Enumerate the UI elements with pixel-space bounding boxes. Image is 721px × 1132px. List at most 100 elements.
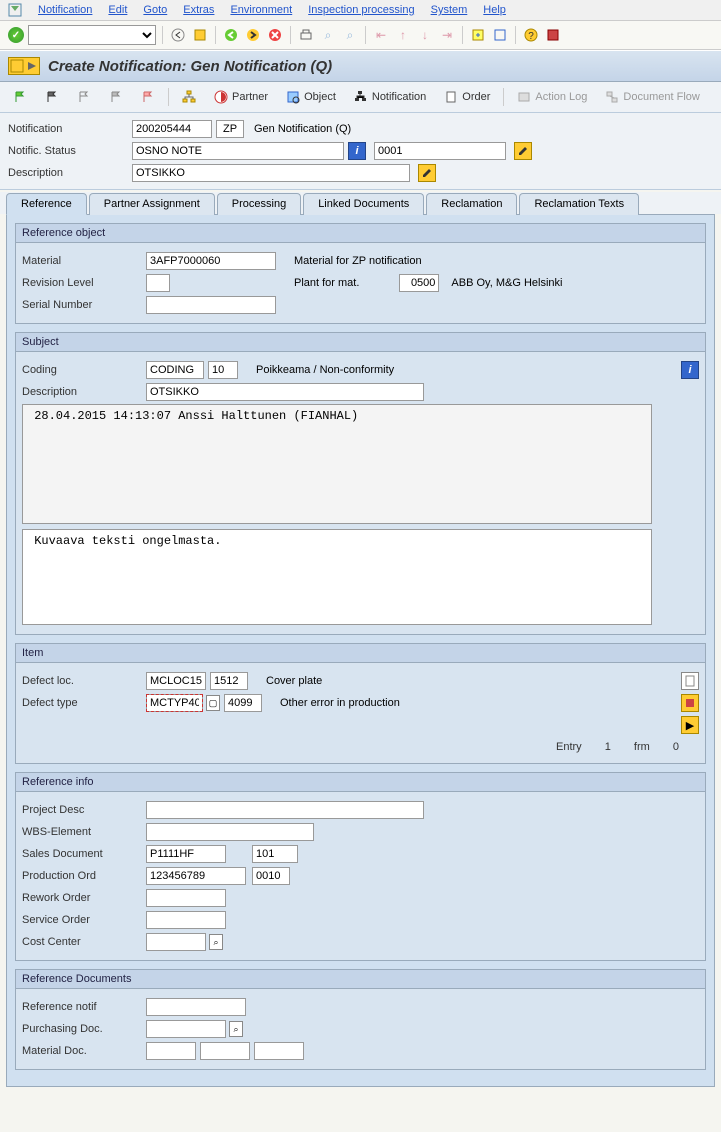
item-detail-icon[interactable] — [681, 694, 699, 712]
next-page-icon[interactable]: ↓ — [416, 26, 434, 44]
menu-extras[interactable]: Extras — [183, 4, 214, 16]
find-icon[interactable]: ⌕ — [319, 26, 337, 44]
material-doc-field-3[interactable] — [254, 1042, 304, 1060]
tab-reference[interactable]: Reference — [6, 193, 87, 215]
enter-icon[interactable]: ✓ — [8, 27, 24, 43]
plant-field[interactable] — [399, 274, 439, 292]
menu-notification[interactable]: Notification — [38, 4, 92, 16]
command-field[interactable] — [28, 25, 156, 45]
print-icon[interactable] — [297, 26, 315, 44]
reference-notif-field[interactable] — [146, 998, 246, 1016]
menu-environment[interactable]: Environment — [230, 4, 292, 16]
window-menu-icon[interactable] — [8, 3, 22, 17]
partner-label: Partner — [232, 91, 268, 103]
status-info-icon[interactable]: i — [348, 142, 366, 160]
group-subject: Subject Coding Poikkeama / Non-conformit… — [15, 332, 706, 635]
flag-outline-icon[interactable] — [70, 86, 98, 108]
revision-level-label: Revision Level — [22, 277, 142, 289]
defect-type-code-field[interactable] — [224, 694, 262, 712]
coding-code-field[interactable] — [208, 361, 238, 379]
tab-linked-documents[interactable]: Linked Documents — [303, 193, 424, 215]
tab-processing[interactable]: Processing — [217, 193, 301, 215]
coding-group-field[interactable] — [146, 361, 204, 379]
flag-dark-icon[interactable] — [38, 86, 66, 108]
menu-goto[interactable]: Goto — [143, 4, 167, 16]
flag-grey-icon[interactable] — [102, 86, 130, 108]
material-doc-field-2[interactable] — [200, 1042, 250, 1060]
object-label: Object — [304, 91, 336, 103]
material-field[interactable] — [146, 252, 276, 270]
exit-icon[interactable] — [244, 26, 262, 44]
back-green-icon[interactable] — [222, 26, 240, 44]
notification-button[interactable]: Notification — [347, 86, 433, 108]
org-icon[interactable] — [175, 86, 203, 108]
system-toolbar: ✓ ⌕ ⌕ ⇤ ↑ ↓ ⇥ ? — [0, 21, 721, 50]
service-order-field[interactable] — [146, 911, 226, 929]
notification-type-field[interactable] — [216, 120, 244, 138]
subject-log-textarea[interactable] — [22, 404, 652, 524]
revision-level-field[interactable] — [146, 274, 170, 292]
sales-document-field[interactable] — [146, 845, 226, 863]
cost-center-field[interactable] — [146, 933, 206, 951]
sales-item-field[interactable] — [252, 845, 298, 863]
f4-help-icon[interactable]: ▢ — [206, 695, 220, 711]
cost-center-f4-icon[interactable]: ⌕ — [209, 934, 223, 950]
back-icon[interactable] — [169, 26, 187, 44]
serial-number-field[interactable] — [146, 296, 276, 314]
production-ord-label: Production Ord — [22, 870, 142, 882]
purchasing-doc-f4-icon[interactable]: ⌕ — [229, 1021, 243, 1037]
defect-type-group-field[interactable] — [146, 694, 203, 712]
item-next-icon[interactable]: ▶ — [681, 716, 699, 734]
new-session-icon[interactable] — [469, 26, 487, 44]
purchasing-doc-field[interactable] — [146, 1020, 226, 1038]
partner-button[interactable]: Partner — [207, 86, 275, 108]
save-icon[interactable] — [191, 26, 209, 44]
tab-reclamation-texts[interactable]: Reclamation Texts — [519, 193, 639, 215]
cost-center-label: Cost Center — [22, 936, 142, 948]
tab-partner-assignment[interactable]: Partner Assignment — [89, 193, 215, 215]
menu-edit[interactable]: Edit — [108, 4, 127, 16]
notification-number-field[interactable] — [132, 120, 212, 138]
status-num-field[interactable] — [374, 142, 506, 160]
entry-frm: frm — [634, 741, 650, 753]
menu-inspection-processing[interactable]: Inspection processing — [308, 4, 414, 16]
layout-icon[interactable] — [544, 26, 562, 44]
status-field[interactable] — [132, 142, 344, 160]
help-icon[interactable]: ? — [522, 26, 540, 44]
subject-info-icon[interactable]: i — [681, 361, 699, 379]
subject-text-textarea[interactable] — [22, 529, 652, 625]
purchasing-doc-label: Purchasing Doc. — [22, 1023, 142, 1035]
group-reference-documents: Reference Documents Reference notif Purc… — [15, 969, 706, 1070]
find-next-icon[interactable]: ⌕ — [341, 26, 359, 44]
subject-desc-field[interactable] — [146, 383, 424, 401]
rework-order-field[interactable] — [146, 889, 226, 907]
description-field[interactable] — [132, 164, 410, 182]
cancel-icon[interactable] — [266, 26, 284, 44]
production-ord-field[interactable] — [146, 867, 246, 885]
tab-reclamation[interactable]: Reclamation — [426, 193, 517, 215]
status-edit-icon[interactable] — [514, 142, 532, 160]
flag-pink-icon[interactable] — [134, 86, 162, 108]
production-ord-item-field[interactable] — [252, 867, 290, 885]
defect-loc-code-field[interactable] — [210, 672, 248, 690]
shortcut-icon[interactable] — [491, 26, 509, 44]
material-doc-label: Material Doc. — [22, 1045, 142, 1057]
last-page-icon[interactable]: ⇥ — [438, 26, 456, 44]
item-create-icon[interactable] — [681, 672, 699, 690]
flag-green-icon[interactable] — [6, 86, 34, 108]
menu-help[interactable]: Help — [483, 4, 506, 16]
document-flow-label: Document Flow — [623, 91, 699, 103]
menu-system[interactable]: System — [431, 4, 468, 16]
object-button[interactable]: Object — [279, 86, 343, 108]
svg-text:?: ? — [528, 31, 534, 42]
entry-total: 0 — [673, 741, 679, 753]
defect-loc-group-field[interactable] — [146, 672, 206, 690]
description-edit-icon[interactable] — [418, 164, 436, 182]
first-page-icon[interactable]: ⇤ — [372, 26, 390, 44]
order-button[interactable]: Order — [437, 86, 497, 108]
tab-reference-content: Reference object Material Material for Z… — [6, 214, 715, 1087]
prev-page-icon[interactable]: ↑ — [394, 26, 412, 44]
wbs-element-field[interactable] — [146, 823, 314, 841]
material-doc-field-1[interactable] — [146, 1042, 196, 1060]
project-desc-field[interactable] — [146, 801, 424, 819]
